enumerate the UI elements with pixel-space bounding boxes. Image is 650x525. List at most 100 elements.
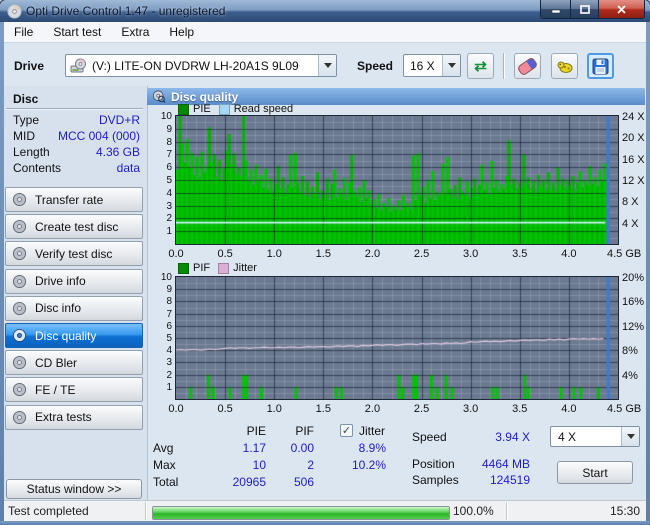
pie-x-tick: 4.0 xyxy=(561,248,577,260)
pie-y-tick: 9 xyxy=(166,123,172,135)
refresh-icon: ⇄ xyxy=(474,58,487,75)
menu-file[interactable]: File xyxy=(4,23,43,41)
pie-y-tick: 6 xyxy=(166,162,172,174)
bee-button[interactable] xyxy=(551,53,578,79)
pif-y-tick: 7 xyxy=(166,308,172,320)
sidebar-item-transfer-rate[interactable]: Transfer rate xyxy=(5,187,143,212)
disc-icon xyxy=(12,192,27,207)
status-window-button[interactable]: Status window >> xyxy=(6,479,142,499)
drive-select[interactable]: (V:) LITE-ON DVDRW LH-20A1S 9L09 xyxy=(65,54,337,77)
sidebar-item-verify-test-disc[interactable]: Verify test disc xyxy=(5,241,143,267)
pif-y-tick: 4 xyxy=(166,345,172,357)
sidebar-item-label: CD Bler xyxy=(35,355,78,370)
pif-legend-swatch xyxy=(178,262,189,274)
pie-x-tick: 2.0 xyxy=(364,248,381,260)
pif-y-tick: 2 xyxy=(166,369,172,381)
pie-avg: 1.17 xyxy=(242,441,266,455)
sidebar-item-label: FE / TE xyxy=(35,382,76,397)
pif-chart-canvas[interactable] xyxy=(176,277,618,399)
menu-extra[interactable]: Extra xyxy=(111,23,159,41)
pif-x-tick: 2.5 xyxy=(413,403,430,415)
save-button[interactable] xyxy=(587,53,614,79)
sidebar-item-drive-info[interactable]: Drive info xyxy=(5,268,143,294)
erase-disc-button[interactable] xyxy=(514,53,541,79)
sidebar-item-label: Verify test disc xyxy=(35,246,113,261)
sidebar-item-disc-info[interactable]: Disc info xyxy=(5,295,143,321)
disc-mid-label: MID xyxy=(13,129,35,143)
window-title: Opti Drive Control 1.47 - unregistered xyxy=(26,4,226,18)
speed-select[interactable]: 16 X xyxy=(403,54,461,77)
pie-x-tick: 3.0 xyxy=(463,248,479,260)
speed-label: Speed xyxy=(357,59,394,73)
sidebar-item-extra-tests[interactable]: Extra tests xyxy=(5,404,143,430)
jitter-avg: 8.9% xyxy=(358,441,386,455)
title-bar[interactable]: Opti Drive Control 1.47 - unregistered xyxy=(0,0,650,22)
sidebar-item-label: Extra tests xyxy=(35,410,92,425)
close-icon xyxy=(617,4,626,14)
chevron-down-icon xyxy=(323,63,332,68)
pif-x-tick: 2.0 xyxy=(364,403,381,415)
position-stat-label: Position xyxy=(412,457,455,471)
disc-quality-title: Disc quality xyxy=(171,89,239,104)
checkmark-icon: ✓ xyxy=(341,425,352,437)
pif-y-tick: 9 xyxy=(166,284,172,296)
test-speed-select[interactable]: 4 X xyxy=(550,426,640,447)
pif-x-tick: 0.5 xyxy=(217,403,233,415)
chevron-down-icon xyxy=(447,63,456,68)
save-floppy-icon xyxy=(592,58,609,74)
jitter-legend-label: Jitter xyxy=(233,262,257,274)
menu-start-test[interactable]: Start test xyxy=(43,23,111,41)
speed-stat-label: Speed xyxy=(412,430,447,444)
sidebar-item-disc-quality[interactable]: Disc quality xyxy=(5,323,143,348)
refresh-drives-button[interactable]: ⇄ xyxy=(467,53,494,79)
pif-col-header: PIF xyxy=(295,424,314,438)
pie-y-tick: 2 xyxy=(166,213,172,225)
start-button[interactable]: Start xyxy=(557,461,633,484)
drive-select-arrow[interactable] xyxy=(318,55,336,76)
pif-y-tick: 10 xyxy=(160,272,172,283)
pif-x-tick: 1.0 xyxy=(266,403,282,415)
jitter-legend-swatch xyxy=(218,262,230,274)
pif-legend-label: PIF xyxy=(193,262,211,274)
speed-stat-value: 3.94 X xyxy=(495,430,530,444)
pie-y-tick: 1 xyxy=(166,226,172,238)
samples-stat-value: 124519 xyxy=(489,473,530,487)
speed-select-value: 16 X xyxy=(410,58,435,73)
pie-chart-canvas[interactable] xyxy=(176,116,618,244)
menu-bar: File Start test Extra Help xyxy=(0,22,650,43)
pie-x-tick: 1.5 xyxy=(315,248,331,260)
status-message: Test completed xyxy=(8,504,89,518)
sidebar-item-create-test-disc[interactable]: Create test disc xyxy=(5,214,143,240)
test-speed-select-arrow[interactable] xyxy=(621,427,639,446)
minimize-button[interactable] xyxy=(540,0,571,19)
pif-x-tick: 4.0 xyxy=(561,403,577,415)
sidebar-item-cd-bler[interactable]: CD Bler xyxy=(5,350,143,376)
progress-percent: 100.0% xyxy=(453,504,494,518)
jitter-col-header: Jitter xyxy=(359,424,386,438)
disc-icon xyxy=(12,219,27,234)
drive-select-value: (V:) LITE-ON DVDRW LH-20A1S 9L09 xyxy=(92,58,299,73)
samples-stat-label: Samples xyxy=(412,473,459,487)
window-border-right xyxy=(646,22,650,525)
menu-help[interactable]: Help xyxy=(159,23,204,41)
pif-avg: 0.00 xyxy=(290,441,314,455)
disc-contents-value: data xyxy=(116,161,140,175)
avg-row-label: Avg xyxy=(153,441,174,455)
disc-icon xyxy=(12,410,27,425)
jitter-checkbox[interactable]: ✓ xyxy=(340,424,353,437)
bee-icon xyxy=(557,61,572,73)
statusbar-divider2 xyxy=(506,502,507,520)
disc-icon xyxy=(12,382,27,397)
speed-select-arrow[interactable] xyxy=(442,55,460,76)
maximize-button[interactable] xyxy=(571,0,599,19)
pie-y-tick: 8 xyxy=(166,136,172,148)
pie-legend-label: PIE xyxy=(193,103,211,115)
sidebar-item-fe-te[interactable]: FE / TE xyxy=(5,377,143,403)
app-window: Opti Drive Control 1.47 - unregistered F… xyxy=(0,0,650,525)
disc-icon xyxy=(12,328,27,343)
pif-x-tick: 3.0 xyxy=(463,403,479,415)
disc-icon xyxy=(12,301,27,316)
close-button[interactable] xyxy=(599,0,645,19)
window-controls xyxy=(540,0,645,19)
disc-length-value: 4.36 GB xyxy=(95,145,140,159)
